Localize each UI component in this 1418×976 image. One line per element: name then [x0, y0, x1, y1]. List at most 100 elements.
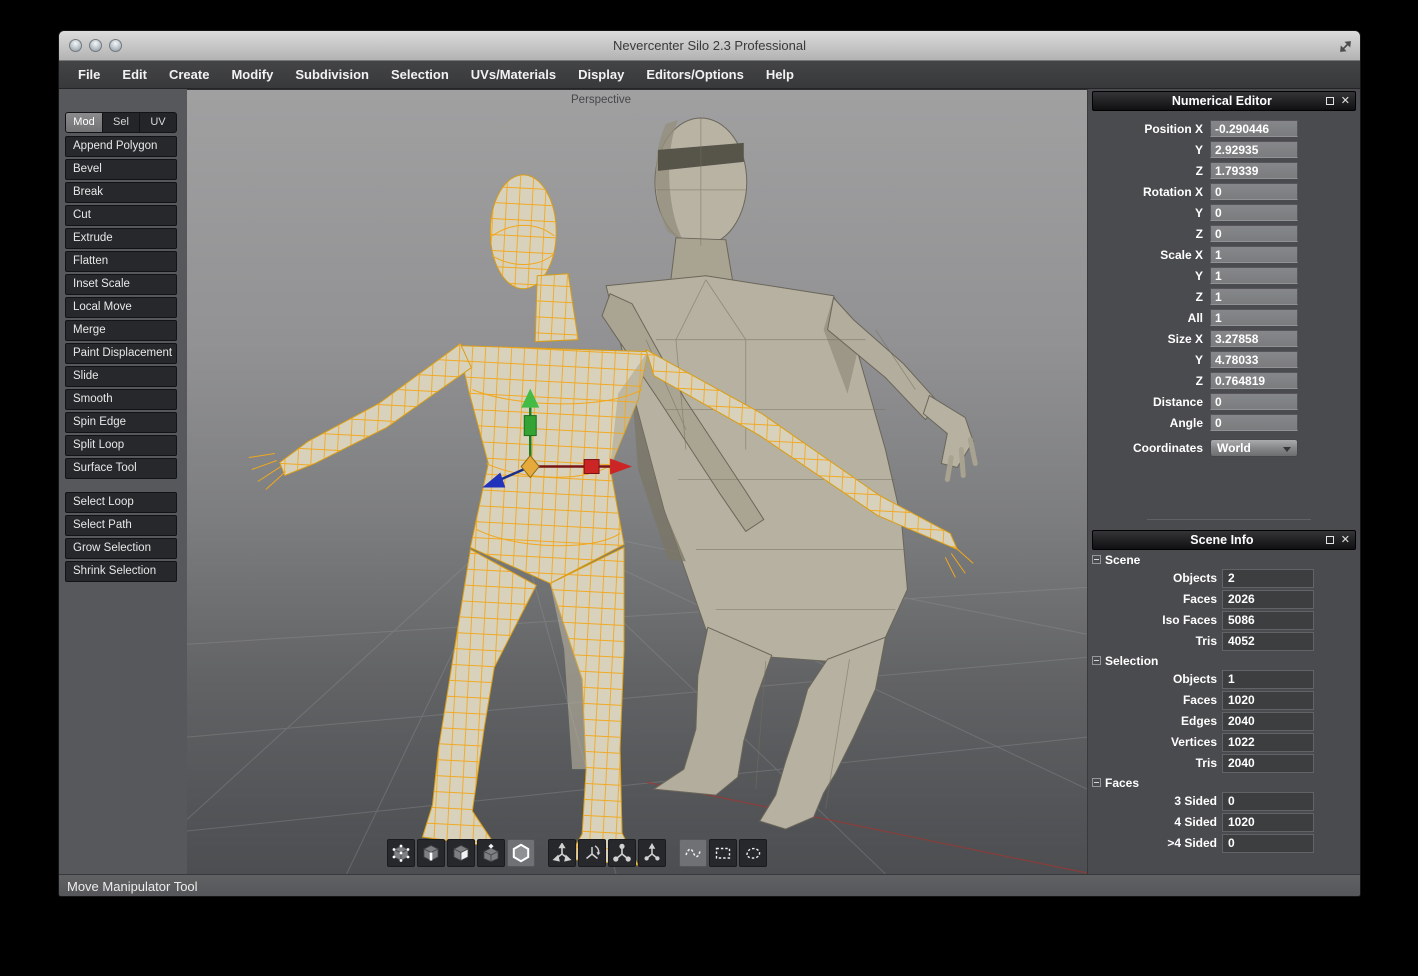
manipulator-group [548, 839, 666, 867]
field-label: Z [1092, 374, 1210, 388]
scale-y-field[interactable]: 1 [1210, 267, 1298, 284]
tool-shrink-selection[interactable]: Shrink Selection [65, 561, 177, 582]
coordinates-value: World [1217, 441, 1251, 455]
angle-field[interactable]: 0 [1210, 414, 1298, 431]
window-zoom-button[interactable] [109, 39, 122, 52]
menu-help[interactable]: Help [755, 61, 805, 89]
coordinates-dropdown[interactable]: World [1210, 439, 1298, 457]
scale-z-field[interactable]: 1 [1210, 288, 1298, 305]
tool-break[interactable]: Break [65, 182, 177, 203]
menu-display[interactable]: Display [567, 61, 635, 89]
tool-slide[interactable]: Slide [65, 366, 177, 387]
menu-selection[interactable]: Selection [380, 61, 460, 89]
tool-paint-displacement[interactable]: Paint Displacement [65, 343, 177, 364]
position-z-field[interactable]: 1.79339 [1210, 162, 1298, 179]
universal-manipulator-icon[interactable] [638, 839, 666, 867]
floor-grid [187, 519, 1087, 874]
rect-select-icon[interactable] [709, 839, 737, 867]
menu-subdivision[interactable]: Subdivision [284, 61, 380, 89]
tool-surface-tool[interactable]: Surface Tool [65, 458, 177, 479]
scene-info-panel: Scene Info ✕ Scene Objects2 Faces2026 Is… [1092, 530, 1356, 853]
object-mode-icon[interactable] [477, 839, 505, 867]
field-label: Y [1092, 143, 1210, 157]
titlebar[interactable]: Nevercenter Silo 2.3 Professional [59, 31, 1360, 61]
scale-manipulator-icon[interactable] [608, 839, 636, 867]
window-close-button[interactable] [69, 39, 82, 52]
tool-split-loop[interactable]: Split Loop [65, 435, 177, 456]
resize-icon[interactable] [1337, 38, 1354, 55]
rotation-z-field[interactable]: 0 [1210, 225, 1298, 242]
numerical-editor-header[interactable]: Numerical Editor ✕ [1092, 91, 1356, 111]
edge-mode-icon[interactable] [417, 839, 445, 867]
gray-figure[interactable] [602, 118, 975, 829]
field-label: Y [1092, 353, 1210, 367]
tool-bevel[interactable]: Bevel [65, 159, 177, 180]
viewport-toolbar [387, 839, 767, 867]
close-icon[interactable]: ✕ [1341, 536, 1350, 544]
scene-info-header[interactable]: Scene Info ✕ [1092, 530, 1356, 550]
rotation-x-field[interactable]: 0 [1210, 183, 1298, 200]
rotation-group: Rotation X0 Y0 Z0 [1092, 183, 1356, 242]
app-window: Nevercenter Silo 2.3 Professional File E… [58, 30, 1361, 897]
tool-spin-edge[interactable]: Spin Edge [65, 412, 177, 433]
position-x-field[interactable]: -0.290446 [1210, 120, 1298, 137]
faces-3-sided-value: 0 [1222, 792, 1314, 811]
tab-uv[interactable]: UV [140, 113, 176, 132]
scale-x-field[interactable]: 1 [1210, 246, 1298, 263]
window-minimize-button[interactable] [89, 39, 102, 52]
collapse-icon[interactable] [1092, 555, 1101, 564]
position-y-field[interactable]: 2.92935 [1210, 141, 1298, 158]
menu-edit[interactable]: Edit [111, 61, 158, 89]
selection-faces-value: 1020 [1222, 691, 1314, 710]
polygon-mode-icon[interactable] [507, 839, 535, 867]
lasso-select-icon[interactable] [739, 839, 767, 867]
tool-extrude[interactable]: Extrude [65, 228, 177, 249]
tool-grow-selection[interactable]: Grow Selection [65, 538, 177, 559]
tool-append-polygon[interactable]: Append Polygon [65, 136, 177, 157]
vertex-mode-icon[interactable] [387, 839, 415, 867]
menu-uvs-materials[interactable]: UVs/Materials [460, 61, 567, 89]
stat-label: Objects [1092, 672, 1222, 686]
size-group: Size X3.27858 Y4.78033 Z0.764819 [1092, 330, 1356, 389]
tool-select-path[interactable]: Select Path [65, 515, 177, 536]
size-x-field[interactable]: 3.27858 [1210, 330, 1298, 347]
tab-mod[interactable]: Mod [66, 113, 103, 132]
menu-create[interactable]: Create [158, 61, 220, 89]
tool-flatten[interactable]: Flatten [65, 251, 177, 272]
selection-mode-group [387, 839, 535, 867]
stat-label: 3 Sided [1092, 794, 1222, 808]
tool-smooth[interactable]: Smooth [65, 389, 177, 410]
position-group: Position X-0.290446 Y2.92935 Z1.79339 [1092, 120, 1356, 179]
move-manipulator-icon[interactable] [548, 839, 576, 867]
tool-merge[interactable]: Merge [65, 320, 177, 341]
size-z-field[interactable]: 0.764819 [1210, 372, 1298, 389]
tool-local-move[interactable]: Local Move [65, 297, 177, 318]
stat-label: 4 Sided [1092, 815, 1222, 829]
maximize-icon[interactable] [1326, 536, 1334, 544]
scale-all-field[interactable]: 1 [1210, 309, 1298, 326]
field-label: Position X [1092, 122, 1210, 136]
paint-select-icon[interactable] [679, 839, 707, 867]
tab-sel[interactable]: Sel [103, 113, 140, 132]
close-icon[interactable]: ✕ [1341, 97, 1350, 105]
menu-editors-options[interactable]: Editors/Options [635, 61, 755, 89]
maximize-icon[interactable] [1326, 97, 1334, 105]
collapse-icon[interactable] [1092, 656, 1101, 665]
tool-inset-scale[interactable]: Inset Scale [65, 274, 177, 295]
window-title: Nevercenter Silo 2.3 Professional [59, 38, 1360, 53]
panel-divider [1092, 460, 1356, 530]
viewport-3d[interactable]: Perspective [187, 89, 1087, 874]
rotation-y-field[interactable]: 0 [1210, 204, 1298, 221]
face-mode-icon[interactable] [447, 839, 475, 867]
status-bar: Move Manipulator Tool [59, 874, 1360, 897]
section-label: Scene [1105, 553, 1140, 567]
menu-modify[interactable]: Modify [220, 61, 284, 89]
menu-file[interactable]: File [67, 61, 111, 89]
scene-section-header: Scene [1092, 553, 1356, 566]
distance-field[interactable]: 0 [1210, 393, 1298, 410]
collapse-icon[interactable] [1092, 778, 1101, 787]
tool-cut[interactable]: Cut [65, 205, 177, 226]
rotate-manipulator-icon[interactable] [578, 839, 606, 867]
tool-select-loop[interactable]: Select Loop [65, 492, 177, 513]
size-y-field[interactable]: 4.78033 [1210, 351, 1298, 368]
